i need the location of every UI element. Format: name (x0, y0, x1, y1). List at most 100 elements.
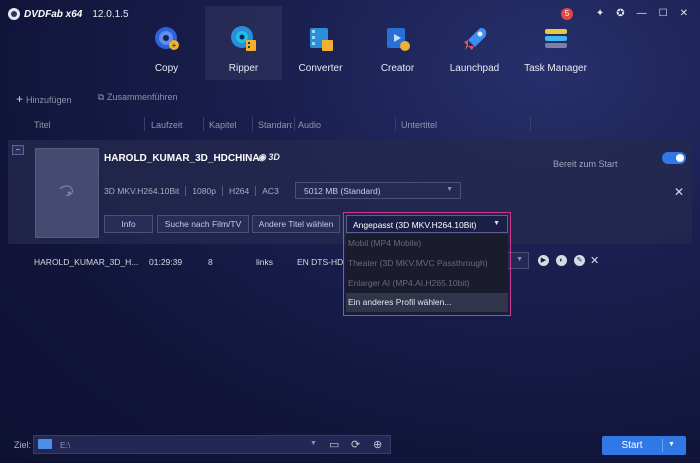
delete-track-icon[interactable]: ✕ (590, 254, 599, 267)
enable-toggle[interactable] (662, 152, 686, 164)
profile-option-theater[interactable]: Theater (3D MKV.MVC Passthrough) (346, 254, 508, 273)
nav-label: Task Manager (524, 63, 587, 74)
main-nav: + Copy Ripper Converter Creator Launchpa… (128, 6, 598, 80)
nav-creator[interactable]: Creator (359, 6, 436, 80)
creator-film-icon (386, 28, 410, 51)
column-divider (203, 117, 204, 131)
remove-title-icon[interactable]: ✕ (674, 185, 684, 199)
col-chapters[interactable]: Kapitel (209, 120, 237, 130)
disc-placeholder-icon (59, 185, 73, 197)
task-list-icon (544, 29, 567, 48)
globe-icon[interactable]: ⊕ (373, 438, 382, 451)
column-divider (294, 117, 295, 131)
nav-label: Creator (380, 63, 415, 74)
nav-label: Ripper (228, 63, 259, 74)
merge-label: Zusammenführen (107, 92, 178, 102)
movie-thumbnail (35, 148, 99, 238)
app-logo: DVDFab x64 12.0.1.5 (8, 8, 129, 20)
profile-option-mobile[interactable]: Mobil (MP4 Mobile) (346, 234, 508, 253)
other-titles-button[interactable]: Andere Titel wählen (252, 215, 340, 233)
window-controls: ✦ ✪ — ☐ ✕ (596, 8, 688, 19)
profile-option-other[interactable]: Ein anderes Profil wählen... (346, 293, 508, 312)
meta-resolution: 1080p (192, 186, 216, 196)
status-text: Bereit zum Start (553, 159, 618, 169)
bluray-icon: ◉ (258, 152, 266, 162)
bluray-3d-badge: ◉ 3D (258, 152, 280, 163)
add-button[interactable]: + Hinzufügen (16, 92, 72, 106)
output-size-value: 5012 MB (Standard) (304, 186, 381, 196)
converter-film-icon (309, 28, 333, 51)
col-standard[interactable]: Standard (258, 120, 292, 130)
collapse-button[interactable]: − (12, 145, 24, 155)
column-divider (144, 117, 145, 131)
meta-divider (255, 186, 257, 196)
track-chapters: 8 (208, 257, 213, 267)
disc-badge: 3D (268, 152, 280, 162)
maximize-icon[interactable]: ☐ (659, 8, 668, 19)
col-title[interactable]: Titel (34, 120, 51, 130)
svg-text:+: + (171, 41, 176, 50)
play-icon[interactable]: ▶ (538, 255, 549, 266)
toolbar: + Hinzufügen ⧉ Zusammenführen (16, 92, 178, 106)
merge-button[interactable]: ⧉ Zusammenführen (98, 92, 178, 106)
merge-icon: ⧉ (97, 92, 104, 102)
chevron-down-icon: ▼ (516, 256, 523, 263)
col-subtitles[interactable]: Untertitel (401, 120, 437, 130)
nav-launchpad[interactable]: Launchpad (436, 6, 513, 80)
meta-divider (185, 186, 187, 196)
add-label: Hinzufügen (26, 95, 72, 105)
col-audio[interactable]: Audio (298, 120, 321, 130)
meta-divider (221, 186, 223, 196)
col-runtime[interactable]: Laufzeit (151, 120, 183, 130)
movie-title: HAROLD_KUMAR_3D_HDCHINA (104, 153, 260, 164)
copy-disc-icon: + (154, 27, 179, 50)
movie-meta: 3D MKV.H264.10Bit 1080p H264 AC3 (104, 186, 279, 196)
profile-selected-value: Angepasst (3D MKV.H264.10Bit) (353, 220, 477, 230)
chevron-down-icon: ▼ (446, 186, 453, 193)
column-header: Titel Laufzeit Kapitel Standard Audio Un… (0, 112, 700, 136)
column-divider (395, 117, 396, 131)
app-name: DVDFab x64 (24, 8, 83, 20)
nav-converter[interactable]: Converter (282, 6, 359, 80)
nav-label: Launchpad (449, 63, 500, 74)
chevron-down-icon[interactable]: ▼ (668, 441, 675, 448)
dvdfab-logo-icon (8, 8, 20, 20)
start-button[interactable]: Start ▼ (602, 436, 686, 455)
meta-codec: H264 (228, 186, 250, 196)
search-movie-button[interactable]: Suche nach Film/TV (157, 215, 249, 233)
close-icon[interactable]: ✕ (680, 8, 688, 19)
plus-icon: + (16, 92, 24, 106)
app-version: 12.0.1.5 (92, 8, 129, 20)
track-title: HAROLD_KUMAR_3D_H... (34, 257, 139, 267)
track-standard: links (256, 257, 274, 267)
profile-option-enlarger[interactable]: Enlarger AI (MP4.AI.H265.10bit) (346, 274, 508, 293)
ripper-disc-icon (230, 26, 256, 51)
nav-label: Converter (298, 63, 343, 74)
nav-copy[interactable]: + Copy (128, 6, 205, 80)
start-label: Start (621, 440, 643, 451)
chevron-down-icon: ▼ (493, 220, 500, 227)
3d-glasses-icon[interactable]: ◐ (556, 255, 567, 266)
column-divider (252, 117, 253, 131)
settings-icon[interactable]: ✪ (616, 8, 624, 19)
meta-audio: AC3 (262, 186, 279, 196)
destination-path: E:\ (60, 440, 71, 450)
start-divider (662, 439, 663, 452)
chevron-down-icon[interactable]: ▼ (310, 440, 317, 447)
edit-icon[interactable]: ✎ (574, 255, 585, 266)
nav-ripper[interactable]: Ripper (205, 6, 282, 80)
output-size-select[interactable]: 5012 MB (Standard) ▼ (295, 182, 461, 199)
folder-icon (38, 439, 52, 449)
column-divider (530, 117, 531, 131)
info-button[interactable]: Info (104, 215, 153, 233)
refresh-icon[interactable]: ⟳ (351, 438, 360, 451)
profile-dropdown-list: Mobil (MP4 Mobile) Theater (3D MKV.MVC P… (346, 234, 508, 313)
nav-label: Copy (154, 63, 179, 74)
meta-profile: 3D MKV.H264.10Bit (104, 186, 180, 196)
destination-label: Ziel: (14, 440, 32, 450)
nav-task-manager[interactable]: Task Manager (513, 6, 598, 80)
browse-folder-icon[interactable]: ▭ (329, 438, 339, 451)
minimize-icon[interactable]: — (637, 8, 647, 19)
profile-select[interactable]: Angepasst (3D MKV.H264.10Bit) ▼ (346, 215, 508, 233)
track-runtime: 01:29:39 (149, 257, 183, 267)
